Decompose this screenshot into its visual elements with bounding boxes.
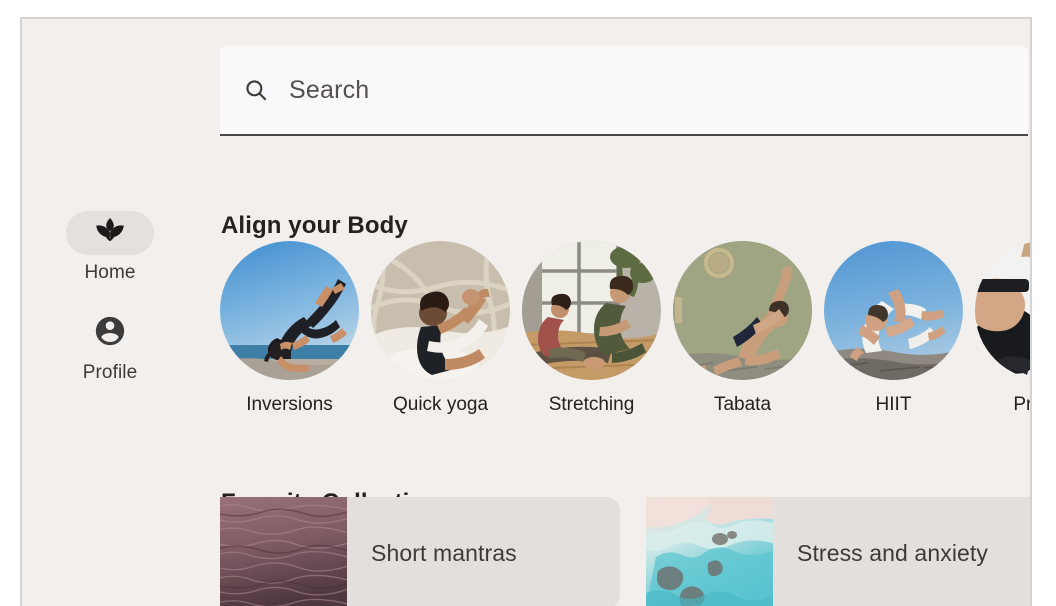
category-image-inversions <box>220 241 359 380</box>
category-row: Inversions Quick yoga Stretching Tabata … <box>220 241 1030 426</box>
section-title-align-your-body: Align your Body <box>221 211 408 239</box>
collection-title: Short mantras <box>371 539 517 566</box>
sidebar-item-home-pill[interactable] <box>66 211 154 255</box>
category-label: Inversions <box>246 394 333 415</box>
sidebar-item-profile-label: Profile <box>82 362 138 383</box>
category-item[interactable]: Quick yoga <box>371 241 510 426</box>
sidebar-item-home[interactable]: Home <box>22 211 198 284</box>
search-placeholder: Search <box>289 75 370 104</box>
category-item[interactable]: Tabata <box>673 241 812 426</box>
spa-lotus-icon <box>90 211 130 256</box>
sidebar-item-profile[interactable]: Profile <box>22 311 198 384</box>
collection-title: Stress and anxiety <box>797 539 989 566</box>
collection-image-stress-and-anxiety <box>646 497 773 606</box>
sidebar-item-home-label: Home <box>84 262 136 283</box>
category-label: Pre-nat <box>1013 394 1032 415</box>
category-label: Tabata <box>713 394 772 415</box>
category-item[interactable]: Stretching <box>522 241 661 426</box>
search-icon <box>243 77 269 103</box>
category-image-tabata <box>673 241 812 380</box>
category-image-quick-yoga <box>371 241 510 380</box>
search-input[interactable]: Search <box>220 46 1028 136</box>
category-label: HIIT <box>875 394 912 415</box>
category-image-hiit <box>824 241 963 380</box>
collection-card[interactable]: Short mantras <box>220 497 620 606</box>
account-circle-icon <box>93 314 127 353</box>
category-item[interactable]: Pre-nat <box>975 241 1032 426</box>
sidebar-item-profile-pill[interactable] <box>66 311 154 355</box>
collections-row: Short mantras Stress and anxiety <box>220 497 1030 606</box>
category-label: Stretching <box>548 394 635 415</box>
category-item[interactable]: HIIT <box>824 241 963 426</box>
category-item[interactable]: Inversions <box>220 241 359 426</box>
app-window: Home Profile Search Align your Body Inve… <box>20 17 1032 606</box>
category-image-pre-natal <box>975 241 1030 380</box>
sidebar: Home Profile <box>22 19 198 606</box>
collection-image-short-mantras <box>220 497 347 606</box>
category-image-stretching <box>522 241 661 380</box>
category-label: Quick yoga <box>392 394 489 415</box>
main-content: Search Align your Body Inversions Quick … <box>198 19 1030 606</box>
collection-card[interactable]: Stress and anxiety <box>646 497 1030 606</box>
